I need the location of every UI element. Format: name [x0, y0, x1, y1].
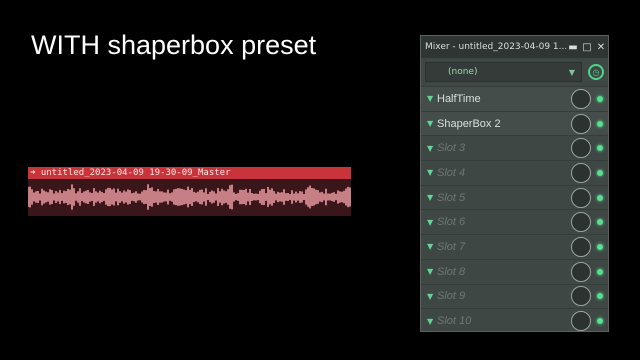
slot-name[interactable]: Slot 8: [437, 266, 571, 278]
slot-enable-led[interactable]: [597, 95, 603, 102]
slot-knob[interactable]: [571, 236, 591, 257]
chevron-down-icon[interactable]: ▼: [427, 242, 437, 251]
caption-text: WITH shaperbox preset: [31, 30, 317, 60]
chevron-down-icon[interactable]: ▼: [427, 292, 437, 301]
chevron-down-icon[interactable]: ▼: [427, 94, 437, 103]
slot-row[interactable]: ▼ Slot 7: [421, 234, 608, 259]
chevron-down-icon[interactable]: ▼: [427, 317, 437, 326]
slot-knob[interactable]: [571, 138, 591, 159]
chevron-down-icon[interactable]: ▼: [427, 267, 437, 276]
slot-knob[interactable]: [571, 261, 591, 282]
preset-value: (none): [448, 67, 478, 77]
slot-enable-led[interactable]: [597, 194, 603, 201]
mixer-window: Mixer - untitled_2023-04-09 1... ▬ □ ✕ (…: [420, 35, 609, 332]
slot-row[interactable]: ▼ ShaperBox 2: [421, 110, 608, 136]
clock-icon[interactable]: ◷: [588, 64, 604, 80]
preset-row: (none) ▼ ◷: [421, 58, 608, 86]
dropdown-arrow-icon: ▼: [568, 67, 575, 77]
chevron-down-icon[interactable]: ▼: [427, 218, 437, 227]
slot-row[interactable]: ▼ HalfTime: [421, 86, 608, 111]
slot-enable-led[interactable]: [597, 268, 603, 275]
maximize-button[interactable]: □: [580, 42, 594, 53]
chevron-down-icon[interactable]: ▼: [427, 168, 437, 177]
waveform-graphic: [28, 184, 351, 210]
slot-knob[interactable]: [571, 212, 591, 233]
chevron-down-icon[interactable]: ▼: [427, 119, 437, 128]
audio-clip[interactable]: ➜ untitled_2023-04-09 19-30-09_Master: [28, 167, 351, 216]
chevron-down-icon[interactable]: ▼: [427, 144, 437, 153]
clip-header[interactable]: ➜ untitled_2023-04-09 19-30-09_Master: [28, 167, 351, 179]
clip-arrow-icon: ➜: [30, 168, 41, 178]
slot-name[interactable]: ShaperBox 2: [437, 118, 571, 130]
slot-name[interactable]: HalfTime: [437, 93, 571, 105]
close-button[interactable]: ✕: [594, 42, 608, 53]
clip-waveform[interactable]: [28, 179, 351, 216]
slot-list: ▼ HalfTime ▼ ShaperBox 2 ▼ Slot 3 ▼ Slot 4 ▼ Slot…: [421, 86, 608, 333]
slot-enable-led[interactable]: [597, 120, 603, 127]
slot-row[interactable]: ▼ Slot 4: [421, 160, 608, 185]
slot-row[interactable]: ▼ Slot 9: [421, 283, 608, 309]
preset-dropdown[interactable]: (none) ▼: [425, 62, 582, 82]
slot-name[interactable]: Slot 5: [437, 192, 571, 204]
mixer-title: Mixer - untitled_2023-04-09 1...: [425, 42, 566, 52]
slot-enable-led[interactable]: [597, 145, 603, 152]
slot-enable-led[interactable]: [597, 293, 603, 300]
slot-row[interactable]: ▼ Slot 10: [421, 308, 608, 333]
slot-name[interactable]: Slot 6: [437, 216, 571, 228]
slot-enable-led[interactable]: [597, 318, 603, 325]
slot-knob[interactable]: [571, 286, 591, 307]
slot-name[interactable]: Slot 3: [437, 142, 571, 154]
minimize-button[interactable]: ▬: [566, 42, 580, 53]
slot-row[interactable]: ▼ Slot 3: [421, 135, 608, 160]
slot-enable-led[interactable]: [597, 243, 603, 250]
slot-name[interactable]: Slot 9: [437, 290, 571, 302]
slot-knob[interactable]: [571, 88, 591, 109]
slot-row[interactable]: ▼ Slot 6: [421, 209, 608, 234]
slot-enable-led[interactable]: [597, 169, 603, 176]
slot-knob[interactable]: [571, 187, 591, 208]
slot-name[interactable]: Slot 7: [437, 241, 571, 253]
slot-name[interactable]: Slot 10: [437, 315, 571, 327]
mixer-titlebar[interactable]: Mixer - untitled_2023-04-09 1... ▬ □ ✕: [421, 36, 608, 58]
slot-knob[interactable]: [571, 113, 591, 134]
slot-knob[interactable]: [571, 311, 591, 332]
slot-knob[interactable]: [571, 162, 591, 183]
chevron-down-icon[interactable]: ▼: [427, 193, 437, 202]
clip-title: untitled_2023-04-09 19-30-09_Master: [40, 168, 231, 178]
slot-enable-led[interactable]: [597, 219, 603, 226]
slot-row[interactable]: ▼ Slot 5: [421, 184, 608, 210]
slot-row[interactable]: ▼ Slot 8: [421, 258, 608, 284]
slot-name[interactable]: Slot 4: [437, 167, 571, 179]
